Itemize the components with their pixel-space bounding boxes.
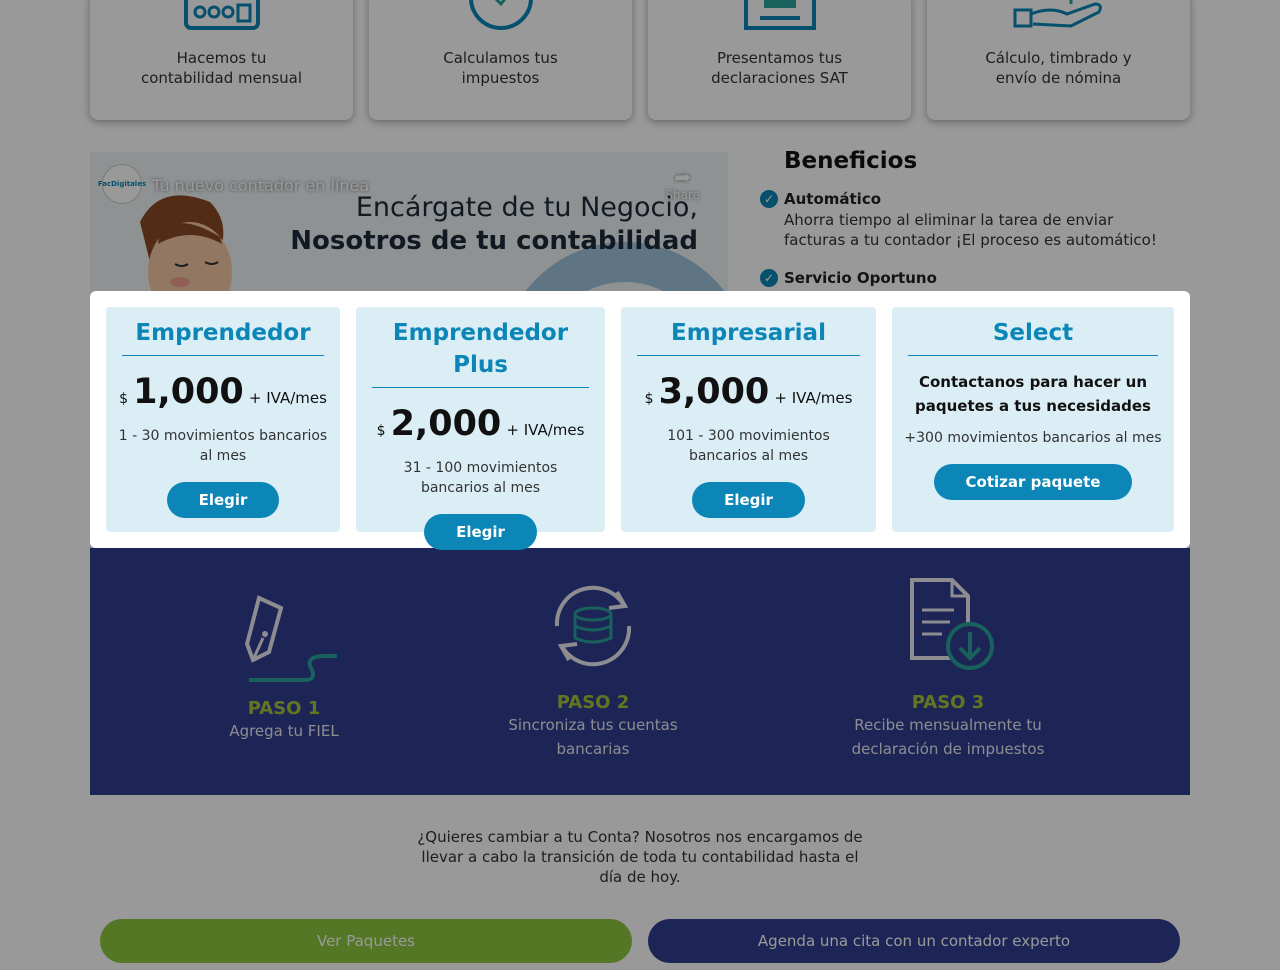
price-suffix: + IVA/mes — [774, 389, 853, 407]
plan-description: 1 - 30 movimientos bancarios al mes — [118, 428, 328, 464]
plan-price: $ 3,000 + IVA/mes — [621, 372, 876, 412]
choose-plan-button[interactable]: Elegir — [424, 514, 537, 550]
plan-name: Emprendedor — [122, 317, 324, 356]
plan-name: Select — [908, 317, 1158, 356]
currency-symbol: $ — [119, 391, 128, 407]
select-contact-text: Contactanos para hacer un paquetes a tus… — [915, 373, 1151, 415]
pricing-modal: Emprendedor $ 1,000 + IVA/mes 1 - 30 mov… — [90, 291, 1190, 550]
currency-symbol: $ — [376, 423, 386, 439]
price-suffix: + IVA/mes — [248, 389, 327, 407]
plan-card-emprendedor: Emprendedor $ 1,000 + IVA/mes 1 - 30 mov… — [106, 307, 340, 532]
price-suffix: + IVA/mes — [506, 421, 585, 439]
plan-description: 101 - 300 movimientos bancarios al mes — [667, 428, 830, 464]
plan-price: $ 2,000 + IVA/mes — [356, 404, 605, 444]
plan-name: Emprendedor Plus — [372, 317, 589, 388]
plan-name: Empresarial — [637, 317, 860, 356]
price-amount: 3,000 — [658, 372, 770, 412]
plan-description: +300 movimientos bancarios al mes — [904, 430, 1162, 446]
plan-card-emprendedor-plus: Emprendedor Plus $ 2,000 + IVA/mes 31 - … — [356, 307, 605, 550]
price-amount: 2,000 — [390, 404, 502, 444]
page: Hacemos tu contabilidad mensual Calculam… — [0, 0, 1280, 970]
quote-package-button[interactable]: Cotizar paquete — [933, 464, 1133, 500]
plan-description: 31 - 100 movimientos bancarios al mes — [403, 460, 558, 496]
choose-plan-button[interactable]: Elegir — [692, 482, 805, 518]
plan-card-select: Select Contactanos para hacer un paquete… — [892, 307, 1174, 532]
plan-card-empresarial: Empresarial $ 3,000 + IVA/mes 101 - 300 … — [621, 307, 876, 532]
currency-symbol: $ — [644, 391, 654, 407]
price-amount: 1,000 — [133, 372, 244, 412]
plan-price: $ 1,000 + IVA/mes — [106, 372, 340, 412]
choose-plan-button[interactable]: Elegir — [166, 482, 280, 518]
